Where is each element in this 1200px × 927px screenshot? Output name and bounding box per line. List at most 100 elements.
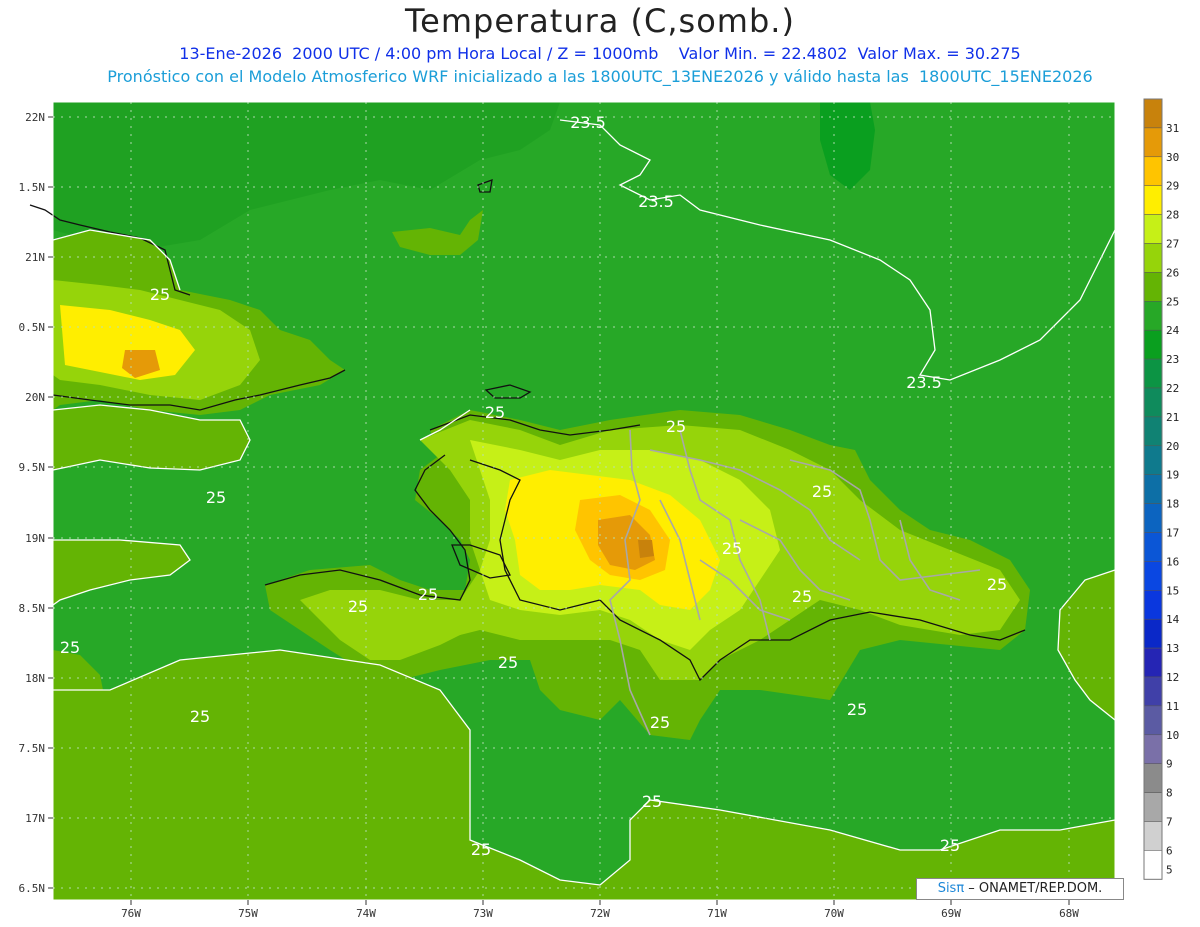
contour-label: 25: [722, 539, 742, 558]
contour-label: 25: [650, 713, 670, 732]
colorbar-label: 14: [1166, 613, 1180, 626]
contour-label: 25: [206, 488, 226, 507]
contour-label: 23.5: [906, 373, 942, 392]
colorbar-label: 15: [1166, 584, 1179, 597]
contour-label: 25: [940, 836, 960, 855]
colorbar-swatch: [1143, 301, 1163, 331]
x-tick-label: 69W: [941, 907, 961, 920]
colorbar-label: 18: [1166, 498, 1179, 511]
credit-text: – ONAMET/REP.DOM.: [964, 881, 1103, 896]
colorbar-label: 6: [1166, 844, 1173, 857]
colorbar-swatch: [1143, 618, 1163, 649]
colorbar-label: 22: [1166, 382, 1179, 395]
colorbar-swatch: [1143, 532, 1163, 562]
colorbar-swatch: [1143, 358, 1163, 389]
contour-label: 25: [987, 575, 1007, 594]
colorbar-swatch: [1143, 503, 1163, 533]
x-tick-label: 72W: [590, 907, 610, 920]
colorbar-swatch: [1143, 474, 1163, 504]
colorbar-label: 19: [1166, 469, 1179, 482]
colorbar-swatch: [1143, 763, 1163, 793]
colorbar-label: 31: [1166, 122, 1179, 135]
x-tick-label: 70W: [824, 907, 844, 920]
y-axis: 22N 1.5N 21N 0.5N 20N 9.5N 19N 8.5N 18N 7.5N 17N 6.…: [19, 111, 53, 895]
colorbar-swatch: [1143, 214, 1163, 244]
temperature-map: 76W 75W 74W 73W 72W 71W 70W 69W 68W 22N 1.5N 21N 0.…: [19, 98, 1180, 920]
colorbar-swatch: [1143, 329, 1163, 360]
contour-label: 25: [642, 792, 662, 811]
contour-label: 25: [812, 482, 832, 501]
contour-label: 23.5: [638, 192, 674, 211]
colorbar-swatch: [1143, 850, 1163, 880]
colorbar-swatch: [1143, 243, 1163, 273]
y-tick-label: 22N: [25, 111, 45, 124]
colorbar-label: 8: [1166, 787, 1173, 800]
contour-label: 23.5: [570, 113, 606, 132]
colorbar-label: 24: [1166, 324, 1180, 337]
contour-label: 25: [847, 700, 867, 719]
contour-label: 25: [348, 597, 368, 616]
colorbar-label: 30: [1166, 151, 1179, 164]
hispaniola-peak-area: [638, 540, 654, 558]
colorbar-label: 9: [1166, 758, 1173, 771]
colorbar-swatch: [1143, 387, 1163, 418]
contour-label: 25: [498, 653, 518, 672]
colorbar-label: 26: [1166, 266, 1179, 279]
x-tick-label: 68W: [1059, 907, 1079, 920]
x-tick-label: 74W: [356, 907, 376, 920]
x-tick-label: 75W: [238, 907, 258, 920]
colorbar-swatch: [1143, 185, 1163, 215]
y-tick-label: 0.5N: [19, 321, 46, 334]
colorbar-swatch: [1143, 98, 1163, 129]
colorbar-swatch: [1143, 734, 1163, 764]
contour-label: 25: [60, 638, 80, 657]
colorbar-swatch: [1143, 127, 1163, 158]
y-tick-label: 9.5N: [19, 461, 46, 474]
contour-label: 25: [418, 585, 438, 604]
colorbar-swatch: [1143, 416, 1163, 447]
contour-label: 25: [190, 707, 210, 726]
y-tick-label: 8.5N: [19, 602, 46, 615]
x-tick-label: 71W: [707, 907, 727, 920]
sisp-logo: Sisπ: [937, 881, 965, 896]
colorbar-swatch: [1143, 792, 1163, 822]
y-tick-label: 18N: [25, 672, 45, 685]
colorbar-swatch: [1143, 821, 1163, 851]
credit-box: Sisπ – ONAMET/REP.DOM.: [916, 878, 1124, 900]
contour-label: 25: [666, 417, 686, 436]
colorbar-swatch: [1143, 705, 1163, 736]
colorbar-swatch: [1143, 445, 1163, 475]
colorbar-swatch: [1143, 647, 1163, 678]
colorbar-label: 20: [1166, 440, 1179, 453]
colorbar-label: 11: [1166, 700, 1179, 713]
y-tick-label: 1.5N: [19, 181, 46, 194]
colorbar-label: 25: [1166, 295, 1179, 308]
colorbar-label: 28: [1166, 209, 1179, 222]
y-tick-label: 6.5N: [19, 882, 46, 895]
colorbar: 31 30 29 28 27 26 25 24 23 22 21 20 19 18 17 16 15 14 13 12…: [1143, 98, 1180, 880]
contour-label: 25: [792, 587, 812, 606]
y-tick-label: 19N: [25, 532, 45, 545]
colorbar-label: 27: [1166, 238, 1179, 251]
colorbar-swatch: [1143, 561, 1163, 591]
colorbar-label: 17: [1166, 527, 1179, 540]
colorbar-label: 7: [1166, 816, 1173, 829]
x-axis: 76W 75W 74W 73W 72W 71W 70W 69W 68W: [121, 900, 1079, 920]
colorbar-label: 21: [1166, 411, 1179, 424]
x-tick-label: 73W: [473, 907, 493, 920]
colorbar-label: 5: [1166, 863, 1173, 876]
contour-label: 25: [150, 285, 170, 304]
colorbar-label: 23: [1166, 353, 1179, 366]
y-tick-label: 20N: [25, 391, 45, 404]
colorbar-label: 16: [1166, 555, 1179, 568]
y-tick-label: 17N: [25, 812, 45, 825]
y-tick-label: 21N: [25, 251, 45, 264]
colorbar-swatch: [1143, 156, 1163, 186]
colorbar-label: 13: [1166, 642, 1179, 655]
colorbar-swatch: [1143, 590, 1163, 620]
colorbar-label: 29: [1166, 180, 1179, 193]
y-tick-label: 7.5N: [19, 742, 46, 755]
colorbar-swatch: [1143, 272, 1163, 302]
contour-label: 25: [485, 403, 505, 422]
x-tick-label: 76W: [121, 907, 141, 920]
